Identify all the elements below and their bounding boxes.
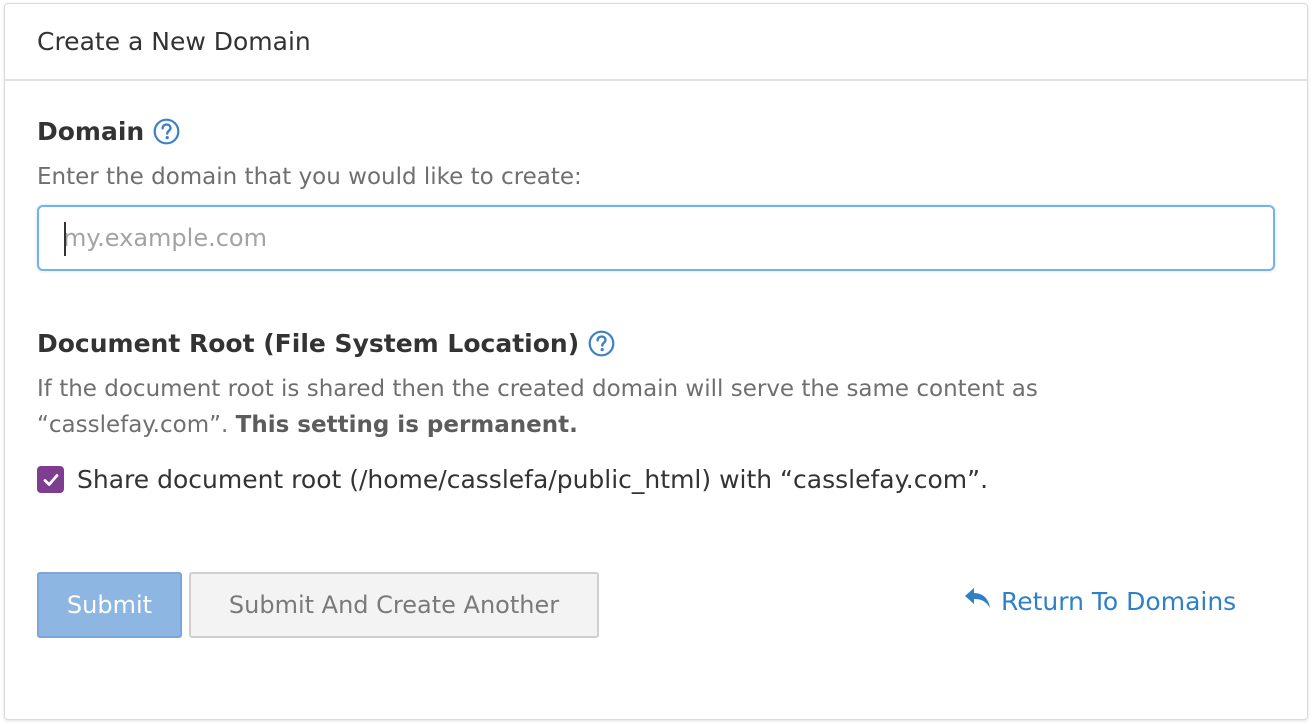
domain-label-row: Domain [37,117,180,146]
checkmark-icon [43,473,58,486]
panel-heading: Create a New Domain [5,4,1307,81]
question-circle-icon[interactable] [588,330,615,357]
submit-and-create-another-button[interactable]: Submit And Create Another [189,572,599,638]
docroot-description-line1: If the document root is shared then the … [37,376,1038,402]
question-circle-icon[interactable] [153,118,180,145]
share-docroot-checkbox[interactable] [37,466,64,493]
return-to-domains-link[interactable]: Return To Domains [963,586,1236,616]
share-docroot-label: Share document root (/home/casslefa/publ… [77,465,989,494]
docroot-description-line2: “casslefay.com”. This setting is permane… [37,407,1038,443]
docroot-label: Document Root (File System Location) [37,329,580,358]
docroot-label-row: Document Root (File System Location) [37,329,615,358]
text-cursor [64,222,66,256]
return-to-domains-label: Return To Domains [1001,586,1237,616]
permanent-warning: This setting is permanent. [235,412,578,438]
panel-title: Create a New Domain [37,27,311,56]
submit-button[interactable]: Submit [37,572,182,638]
reply-arrow-icon [963,586,993,616]
domain-input[interactable] [37,205,1275,271]
domain-label: Domain [37,117,145,146]
share-docroot-row[interactable]: Share document root (/home/casslefa/publ… [37,465,988,494]
domain-description: Enter the domain that you would like to … [37,164,582,190]
docroot-description-domain: “casslefay.com”. [37,412,236,438]
docroot-description: If the document root is shared then the … [37,371,1038,443]
create-domain-panel: Create a New Domain Domain Enter the dom… [4,3,1308,720]
